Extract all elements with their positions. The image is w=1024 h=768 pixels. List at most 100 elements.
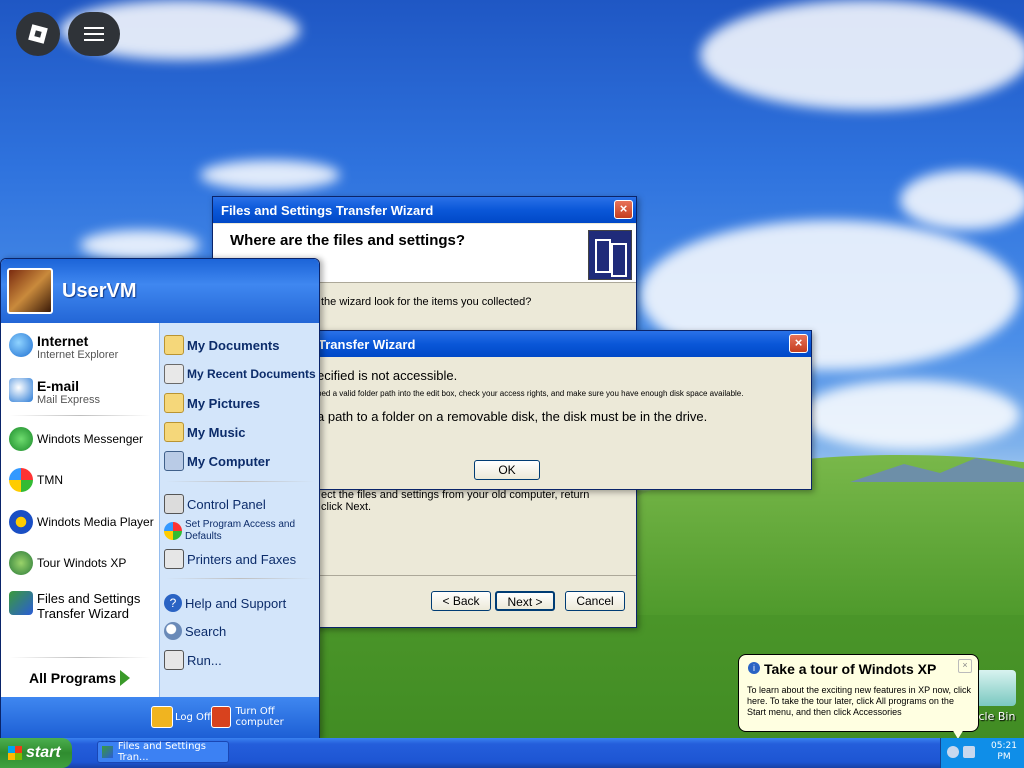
- tour-icon: [9, 551, 33, 575]
- windows-flag-icon: [8, 746, 22, 760]
- places-my-music-label: My Music: [187, 424, 246, 440]
- tmn-butterfly-icon: [9, 468, 33, 492]
- recent-transfer-wizard[interactable]: Files and Settings Transfer Wizard: [9, 591, 147, 621]
- network-icon[interactable]: [963, 746, 975, 758]
- pinned-email[interactable]: E-mail Mail Express: [9, 378, 100, 406]
- recent-tmn[interactable]: TMN: [9, 468, 63, 492]
- wallpaper-cloud: [800, 380, 1020, 450]
- clock-ampm: PM: [997, 752, 1011, 762]
- error-message-line3: a path to a folder on a removable disk, …: [317, 409, 708, 424]
- wizard-body-line2: click Next.: [321, 501, 372, 513]
- recent-messenger[interactable]: Windots Messenger: [9, 427, 143, 451]
- wallpaper-cloud: [900, 170, 1024, 230]
- start-menu: UserVM Internet Internet Explorer E-mail M…: [0, 258, 320, 740]
- recent-tour[interactable]: Tour Windots XP: [9, 551, 126, 575]
- arrow-right-icon: [120, 670, 131, 686]
- log-off-label: Log Off: [175, 711, 211, 723]
- start-menu-right-column: My Documents My Recent Documents My Pict…: [159, 323, 319, 697]
- user-name: UserVM: [62, 279, 137, 302]
- folder-icon: [164, 335, 184, 355]
- search-icon: [164, 622, 182, 640]
- pinned-email-sub: Mail Express: [37, 394, 100, 406]
- places-my-music[interactable]: My Music: [164, 422, 246, 442]
- places-program-access-label: Set Program Access and Defaults: [185, 519, 296, 542]
- hamburger-menu-icon: [84, 27, 104, 41]
- close-icon[interactable]: ×: [958, 659, 972, 673]
- all-programs-label: All Programs: [29, 670, 117, 686]
- places-control-panel[interactable]: Control Panel: [164, 494, 266, 514]
- wizard-body-line1: ect the files and settings from your old…: [321, 489, 590, 501]
- balloon-text: To learn about the exciting new features…: [747, 685, 971, 717]
- places-control-panel-label: Control Panel: [187, 496, 266, 512]
- start-menu-left-column: Internet Internet Explorer E-mail Mail Exp…: [1, 323, 159, 697]
- start-label: start: [26, 744, 61, 761]
- places-my-recent-documents[interactable]: My Recent Documents: [164, 364, 316, 384]
- all-programs-button[interactable]: All Programs: [29, 670, 131, 686]
- mail-icon: [9, 378, 33, 402]
- places-my-recent-documents-label: My Recent Documents: [187, 367, 316, 381]
- help-icon: ?: [164, 594, 182, 612]
- error-message-line2: ped a valid folder path into the edit bo…: [317, 389, 744, 398]
- messenger-icon: [9, 427, 33, 451]
- system-tray: 05:21 PM: [940, 738, 1024, 768]
- printer-icon: [164, 549, 184, 569]
- places-my-pictures[interactable]: My Pictures: [164, 393, 260, 413]
- pinned-email-label: E-mail: [37, 378, 80, 394]
- places-my-pictures-label: My Pictures: [187, 395, 260, 411]
- recent-tmn-label: TMN: [37, 473, 63, 487]
- clock[interactable]: 05:21 PM: [985, 741, 1023, 763]
- places-help-label: Help and Support: [185, 595, 287, 611]
- turn-off-label: Turn Off computer: [235, 706, 284, 728]
- log-off-button[interactable]: Log Off: [151, 706, 211, 728]
- start-button[interactable]: start: [0, 738, 72, 768]
- avatar[interactable]: [7, 268, 53, 314]
- internet-explorer-icon: [9, 333, 33, 357]
- computer-icon: [164, 451, 184, 471]
- places-help[interactable]: ? Help and Support: [164, 594, 286, 612]
- wizard-titlebar[interactable]: Files and Settings Transfer Wizard ×: [213, 197, 636, 223]
- recent-media-player-label: Windots Media Player: [37, 515, 154, 529]
- wizard-body-text: ect the files and settings from your old…: [321, 489, 589, 513]
- roblox-logo-button[interactable]: [16, 12, 60, 56]
- transfer-wizard-icon: [9, 591, 33, 615]
- back-button[interactable]: < Back: [431, 591, 491, 611]
- wizard-title: Files and Settings Transfer Wizard: [221, 202, 434, 218]
- separator: [166, 481, 314, 482]
- places-search[interactable]: Search: [164, 622, 226, 640]
- wallpaper-cloud: [80, 230, 200, 260]
- error-dialog-titlebar[interactable]: Transfer Wizard ×: [301, 331, 811, 357]
- transfer-wizard-icon: [102, 746, 113, 758]
- ok-button[interactable]: OK: [474, 460, 540, 480]
- power-icon: [211, 706, 232, 728]
- music-icon: [164, 422, 184, 442]
- clock-time: 05:21: [991, 741, 1017, 751]
- wizard-close-button[interactable]: ×: [614, 200, 633, 219]
- volume-icon[interactable]: [947, 746, 959, 758]
- recycle-bin-icon[interactable]: [976, 670, 1016, 706]
- places-run[interactable]: Run...: [164, 650, 222, 670]
- error-close-button[interactable]: ×: [789, 334, 808, 353]
- key-icon: [151, 706, 173, 728]
- error-dialog-title: Transfer Wizard: [318, 336, 416, 352]
- next-button[interactable]: Next >: [495, 591, 555, 611]
- wizard-heading: Where are the files and settings?: [230, 232, 466, 249]
- separator: [166, 578, 314, 579]
- recent-media-player[interactable]: Windots Media Player: [9, 510, 154, 534]
- tour-balloon[interactable]: i Take a tour of Windots XP × To learn a…: [738, 654, 979, 732]
- balloon-title: Take a tour of Windots XP: [764, 661, 937, 677]
- cancel-button[interactable]: Cancel: [565, 591, 625, 611]
- recent-documents-icon: [164, 364, 184, 384]
- places-printers[interactable]: Printers and Faxes: [164, 549, 296, 569]
- start-menu-header: UserVM: [1, 259, 319, 323]
- program-access-icon: [164, 522, 182, 540]
- taskbar-button-transfer-wizard[interactable]: Files and Settings Tran...: [97, 741, 229, 763]
- pinned-internet[interactable]: Internet Internet Explorer: [9, 333, 118, 361]
- taskbar-task-label: Files and Settings Tran...: [117, 741, 206, 763]
- places-my-computer[interactable]: My Computer: [164, 451, 270, 471]
- separator: [9, 415, 151, 416]
- turn-off-button[interactable]: Turn Off computer: [211, 706, 319, 728]
- places-my-documents[interactable]: My Documents: [164, 335, 279, 355]
- menu-button[interactable]: [68, 12, 120, 56]
- places-program-access[interactable]: Set Program Access and Defaults: [164, 519, 312, 543]
- error-message-line1: ecified is not accessible.: [317, 368, 458, 383]
